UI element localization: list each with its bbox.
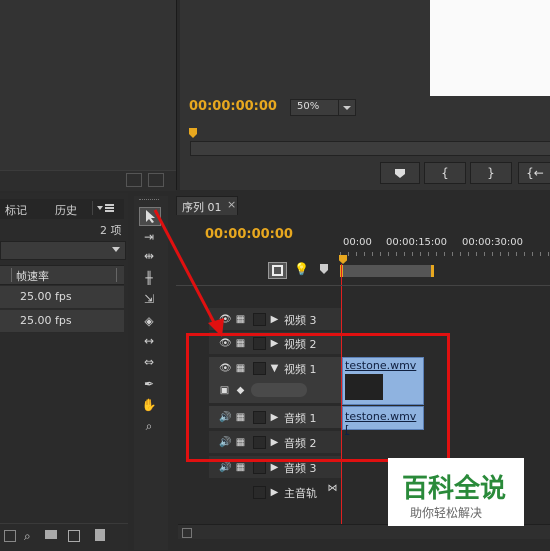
scroll-handle-left[interactable] [182,528,192,538]
list-item[interactable]: 25.00 fps [0,286,124,309]
lock-toggle[interactable] [253,461,266,474]
column-divider [116,268,117,282]
film-icon[interactable]: ▦ [235,314,246,325]
work-area-bar[interactable] [340,265,434,277]
chevron-down-icon [338,100,355,115]
fps-cell: 25.00 fps [20,314,72,327]
source-panel [0,0,177,190]
expand-icon[interactable]: ▶ [269,314,280,325]
snap-icon[interactable] [268,262,287,279]
watermark: 百科全说 助你轻松解决 [388,458,524,526]
column-header-row: 帧速率 [0,265,124,285]
timeline-scrollbar[interactable] [178,524,550,539]
add-marker-button[interactable] [380,162,420,184]
film-icon[interactable]: ▦ [235,462,246,473]
column-divider [11,268,12,282]
source-panel-footer [0,170,176,191]
output-icon: ⋈ [327,483,338,494]
annotation-arrow [153,209,224,337]
fps-cell: 25.00 fps [20,290,72,303]
project-filter-select[interactable] [0,241,126,260]
divider [176,285,550,286]
track-name: 视频 3 [284,314,317,327]
highlight-box [186,333,450,462]
marker-icon[interactable] [320,264,328,277]
zoom-value: 50% [297,101,320,112]
ruler-tick-label: 00:00 [343,237,372,248]
watermark-subtitle: 助你轻松解决 [410,506,483,520]
lightbulb-icon[interactable]: 💡 [294,262,309,276]
mark-out-button[interactable]: } [470,162,512,184]
trash-icon[interactable] [95,529,105,541]
program-scrub-bar[interactable] [190,141,550,156]
slide-tool-icon[interactable]: ⇔ [139,354,159,371]
tools-grip [139,199,159,202]
project-footer: ⌕ [0,523,128,551]
tab-history[interactable]: 历史 [55,202,77,218]
go-to-in-button[interactable]: {← [518,162,550,184]
ruler-tick-label: 00:00:15:00 [386,237,448,248]
lock-toggle[interactable] [253,313,266,326]
panel-icon[interactable] [126,173,142,187]
program-monitor-view [430,0,550,96]
program-timecode[interactable]: 00:00:00:00 [189,99,277,114]
zoom-tool-icon[interactable]: ⌕ [139,418,159,435]
list-view-icon[interactable] [4,530,16,542]
search-icon[interactable]: ⌕ [24,529,31,544]
pen-tool-icon[interactable]: ✒ [139,376,159,393]
watermark-title: 百科全说 [402,474,507,504]
panel-menu-icon[interactable] [92,201,119,215]
column-header-fps[interactable]: 帧速率 [16,268,49,284]
zoom-select[interactable]: 50% [290,99,356,116]
item-count: 2 项 [100,224,122,237]
panel-icon[interactable] [148,173,164,187]
ruler-tick-label: 00:00:30:00 [462,237,524,248]
track-header-master[interactable]: ▶ 主音轨 ⋈ [209,481,341,504]
expand-icon[interactable]: ▶ [269,487,280,498]
track-name: 音频 3 [284,462,317,475]
speaker-icon[interactable]: 🔊 [219,462,231,473]
mark-in-button[interactable]: { [424,162,466,184]
hand-tool-icon[interactable]: ✋ [139,397,159,414]
track-name: 主音轨 [284,487,317,500]
new-item-icon[interactable] [68,530,80,542]
ruler-ticks [340,252,550,256]
lock-toggle[interactable] [253,486,266,499]
tab-markers[interactable]: 标记 [5,202,27,218]
expand-icon[interactable]: ▶ [269,462,280,473]
folder-icon[interactable] [45,530,57,539]
list-item[interactable]: 25.00 fps [0,310,124,333]
